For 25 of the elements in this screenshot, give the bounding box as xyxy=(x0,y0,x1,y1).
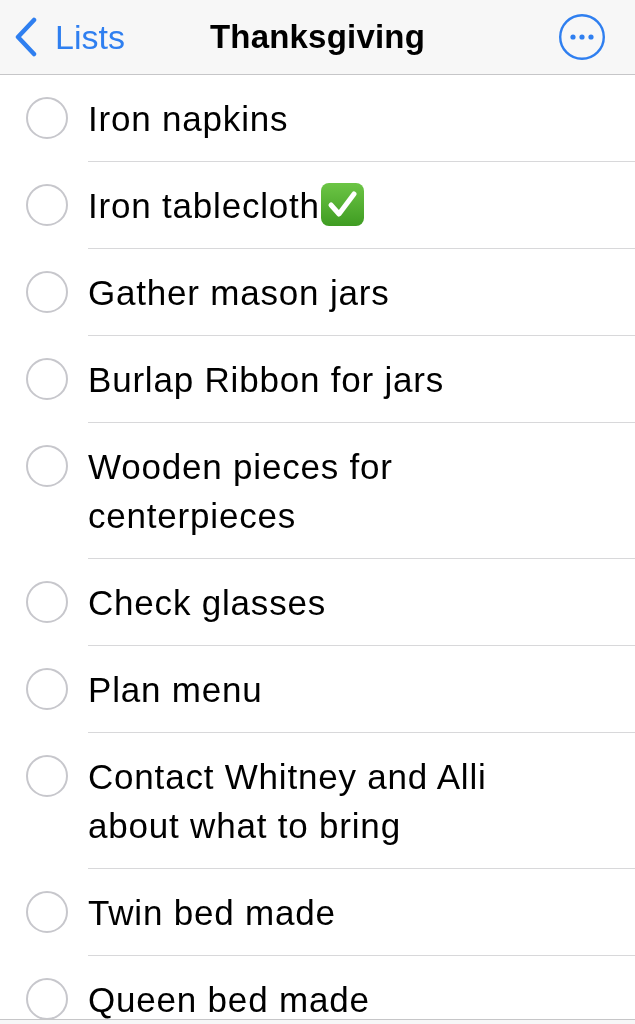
ellipsis-circle-icon xyxy=(558,13,606,61)
list-title: Thanksgiving xyxy=(209,18,426,56)
reminder-text: Twin bed made xyxy=(88,893,336,932)
reminder-text: Wooden pieces for centerpieces xyxy=(88,447,393,535)
circle-checkbox[interactable] xyxy=(26,581,68,623)
circle-checkbox[interactable] xyxy=(26,271,68,313)
reminder-text: Contact Whitney and Alli about what to bring xyxy=(88,757,487,845)
reminder-text: Burlap Ribbon for jars xyxy=(88,360,445,399)
circle-checkbox[interactable] xyxy=(26,184,68,226)
reminder-text: Iron tablecloth xyxy=(88,186,320,225)
more-button[interactable] xyxy=(558,13,606,61)
circle-checkbox[interactable] xyxy=(26,668,68,710)
circle-checkbox[interactable] xyxy=(26,755,68,797)
chevron-left-icon xyxy=(14,17,38,57)
circle-checkbox[interactable] xyxy=(26,445,68,487)
reminder-text: Check glasses xyxy=(88,583,326,622)
circle-checkbox[interactable] xyxy=(26,891,68,933)
circle-checkbox[interactable] xyxy=(26,97,68,139)
reminder-text: Iron napkins xyxy=(88,99,289,138)
reminder-text: Gather mason jars xyxy=(88,273,390,312)
reminder-text: Plan menu xyxy=(88,670,263,709)
reminder-text: Queen bed made xyxy=(88,980,370,1019)
circle-checkbox[interactable] xyxy=(26,358,68,400)
back-button[interactable]: Lists xyxy=(14,17,125,57)
circle-checkbox[interactable] xyxy=(26,978,68,1019)
